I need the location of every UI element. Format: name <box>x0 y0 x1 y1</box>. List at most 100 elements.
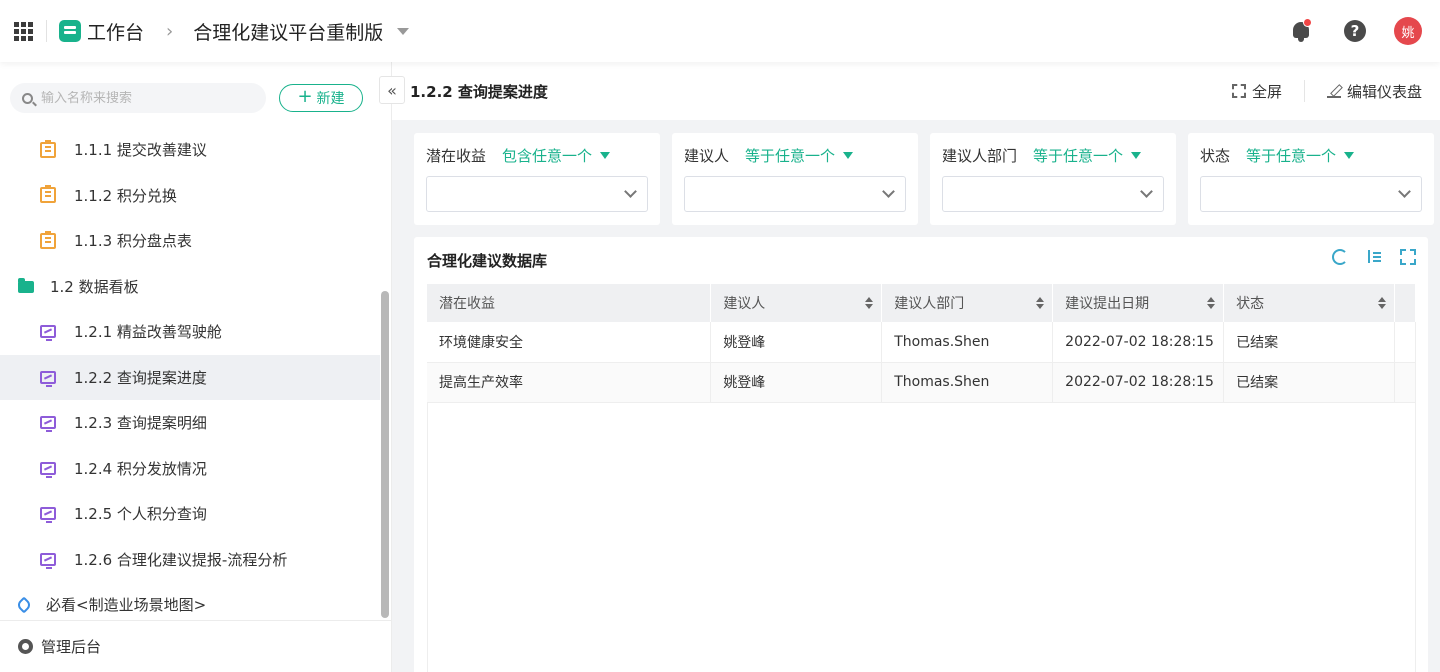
fullscreen-label: 全屏 <box>1251 82 1282 101</box>
table-empty-area <box>427 402 1416 672</box>
workspace-title[interactable]: 工作台 <box>87 18 144 45</box>
sidebar-item-lean-cockpit[interactable]: 1.2.1 精益改善驾驶舱 <box>0 309 380 355</box>
dashboard-header: 1.2.2 查询提案进度 全屏 编辑仪表盘 <box>392 62 1440 120</box>
main-content: 1.2.2 查询提案进度 全屏 编辑仪表盘 潜在收益 包含任意一个 建议人 等于… <box>392 62 1440 672</box>
fullscreen-button[interactable]: 全屏 <box>1231 81 1282 102</box>
sidebar-item-label: 1.2.6 合理化建议提报-流程分析 <box>74 550 288 569</box>
column-header-spacer <box>1394 284 1417 322</box>
sort-arrows-icon[interactable] <box>1377 297 1386 309</box>
sidebar-folder-data-board[interactable]: 1.2 数据看板 <box>0 264 380 310</box>
table-row[interactable]: 环境健康安全 姚登峰 Thomas.Shen 2022-07-02 18:28:… <box>427 322 1417 363</box>
filter-operator-dropdown[interactable]: 包含任意一个 <box>502 145 611 166</box>
filter-value-select[interactable] <box>684 176 906 212</box>
column-header[interactable]: 潜在收益 <box>427 284 712 322</box>
proposer-link[interactable]: 姚登峰 <box>710 362 883 403</box>
apps-grid-icon[interactable] <box>0 0 46 62</box>
sidebar-item-submit-suggestion[interactable]: 1.1.1 提交改善建议 <box>0 127 380 173</box>
sidebar-item-label: 1.1.3 积分盘点表 <box>74 232 192 251</box>
filter-proposer: 建议人 等于任意一个 <box>672 133 918 225</box>
data-table: 潜在收益 建议人 建议人部门 建议提出日期 状态 环境健康安全 姚登峰 Thom… <box>427 284 1417 403</box>
sort-icon[interactable] <box>1366 249 1382 265</box>
filter-status: 状态 等于任意一个 <box>1188 133 1434 225</box>
dashboard-icon <box>40 552 56 569</box>
caret-down-icon <box>1131 152 1142 159</box>
table-cell: 已结案 <box>1223 362 1395 403</box>
filter-label: 建议人 <box>684 147 730 165</box>
dashboard-icon <box>40 370 56 387</box>
sort-arrows-icon[interactable] <box>865 297 874 309</box>
chevron-down-icon <box>1398 185 1411 198</box>
filter-value-select[interactable] <box>1200 176 1422 212</box>
new-button[interactable]: + 新建 <box>279 84 363 112</box>
search-input[interactable] <box>41 90 241 106</box>
sidebar-item-process-analysis[interactable]: 1.2.6 合理化建议提报-流程分析 <box>0 537 380 583</box>
gear-icon <box>18 639 33 654</box>
department-link[interactable]: Thomas.Shen <box>881 322 1054 363</box>
nav-tree: 1.1.1 提交改善建议 1.1.2 积分兑换 1.1.3 积分盘点表 1.2 … <box>0 127 380 628</box>
sidebar-item-proposal-detail[interactable]: 1.2.3 查询提案明细 <box>0 400 380 446</box>
form-icon <box>40 185 56 204</box>
help-icon[interactable]: ? <box>1344 20 1366 42</box>
app-title[interactable]: 合理化建议平台重制版 <box>193 18 383 45</box>
filter-operator-dropdown[interactable]: 等于任意一个 <box>1033 145 1142 166</box>
sidebar-item-personal-points[interactable]: 1.2.5 个人积分查询 <box>0 491 380 537</box>
sort-arrows-icon[interactable] <box>1207 297 1216 309</box>
sidebar-item-points-inventory[interactable]: 1.1.3 积分盘点表 <box>0 218 380 264</box>
table-cell-spacer <box>1394 362 1417 403</box>
data-table-panel: 合理化建议数据库 潜在收益 建议人 建议人部门 建议提出日期 状态 环境健康安全… <box>414 237 1428 672</box>
sidebar-item-label: 1.2.5 个人积分查询 <box>74 505 207 524</box>
filter-label: 状态 <box>1200 147 1231 165</box>
department-link[interactable]: Thomas.Shen <box>881 362 1054 403</box>
column-header[interactable]: 建议人 <box>710 284 883 322</box>
edit-dashboard-label: 编辑仪表盘 <box>1346 82 1422 101</box>
table-cell: 已结案 <box>1223 322 1395 363</box>
dashboard-icon <box>40 325 56 342</box>
caret-down-icon <box>600 152 611 159</box>
chevron-down-icon <box>624 185 637 198</box>
sidebar-item-points-distribution[interactable]: 1.2.4 积分发放情况 <box>0 446 380 492</box>
caret-down-icon <box>1344 152 1355 159</box>
sidebar-item-label: 1.1.1 提交改善建议 <box>74 141 207 160</box>
table-title: 合理化建议数据库 <box>427 252 548 270</box>
new-button-label: 新建 <box>316 91 345 107</box>
collapse-sidebar-button[interactable]: « <box>379 76 405 104</box>
filter-bar: 潜在收益 包含任意一个 建议人 等于任意一个 建议人部门 等于任意一个 状态 等… <box>414 133 1434 225</box>
filter-operator-dropdown[interactable]: 等于任意一个 <box>745 145 854 166</box>
table-cell-spacer <box>1394 322 1417 363</box>
column-header[interactable]: 状态 <box>1223 284 1395 322</box>
filter-operator-dropdown[interactable]: 等于任意一个 <box>1246 145 1355 166</box>
refresh-icon[interactable] <box>1332 249 1348 265</box>
folder-icon <box>18 278 34 294</box>
sidebar-item-label: 1.2 数据看板 <box>50 277 139 296</box>
notification-bell-icon[interactable] <box>1288 17 1316 45</box>
divider <box>46 20 47 42</box>
plus-icon: + <box>297 86 313 107</box>
sidebar-scrollbar[interactable] <box>381 291 389 618</box>
admin-backend-link[interactable]: 管理后台 <box>0 620 392 672</box>
sidebar-item-label: 1.1.2 积分兑换 <box>74 186 177 205</box>
filter-value-select[interactable] <box>426 176 648 212</box>
proposer-link[interactable]: 姚登峰 <box>710 322 883 363</box>
page-title: 1.2.2 查询提案进度 <box>410 82 548 101</box>
table-row[interactable]: 提高生产效率 姚登峰 Thomas.Shen 2022-07-02 18:28:… <box>427 362 1417 403</box>
tag-icon <box>15 596 33 614</box>
sidebar-item-proposal-progress[interactable]: 1.2.2 查询提案进度 <box>0 354 380 400</box>
workspace-logo-icon[interactable] <box>59 20 81 42</box>
filter-proposer-department: 建议人部门 等于任意一个 <box>930 133 1176 225</box>
expand-icon[interactable] <box>1400 249 1416 265</box>
user-avatar[interactable]: 姚 <box>1394 17 1422 45</box>
sidebar-item-points-exchange[interactable]: 1.1.2 积分兑换 <box>0 173 380 219</box>
column-header[interactable]: 建议人部门 <box>881 284 1054 322</box>
edit-dashboard-button[interactable]: 编辑仪表盘 <box>1326 81 1422 102</box>
filter-label: 潜在收益 <box>426 147 487 165</box>
filter-label: 建议人部门 <box>942 147 1018 165</box>
app-switch-dropdown-icon[interactable] <box>397 27 410 35</box>
form-icon <box>40 230 56 249</box>
sidebar-item-label: 1.2.4 积分发放情况 <box>74 459 207 478</box>
filter-value-select[interactable] <box>942 176 1164 212</box>
search-box[interactable] <box>10 83 266 113</box>
column-header[interactable]: 建议提出日期 <box>1052 284 1225 322</box>
dashboard-icon <box>40 416 56 433</box>
sort-arrows-icon[interactable] <box>1036 297 1045 309</box>
sidebar-item-label: 1.2.2 查询提案进度 <box>74 368 207 387</box>
